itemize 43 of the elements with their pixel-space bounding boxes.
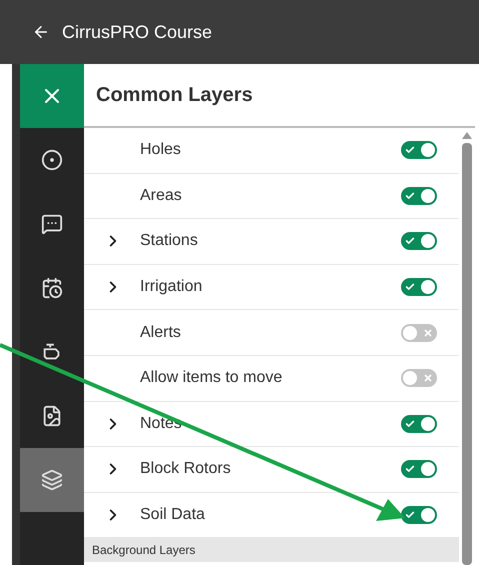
toggle-switch[interactable] <box>401 186 437 205</box>
toggle-switch[interactable] <box>401 460 437 478</box>
layer-label: Irrigation <box>140 277 204 298</box>
check-icon <box>405 190 415 201</box>
back-icon[interactable] <box>32 23 50 41</box>
layer-row[interactable]: Block Rotors <box>84 447 459 493</box>
layer-label: Soil Data <box>140 505 206 526</box>
layers-icon <box>41 469 63 491</box>
app-title: CirrusPRO Course <box>62 21 212 44</box>
layer-row[interactable]: Holes <box>84 128 459 174</box>
layer-row[interactable]: Alerts <box>84 310 459 356</box>
layer-row[interactable]: Stations <box>84 219 459 265</box>
section-header: Background Layers <box>84 538 459 562</box>
chat-icon <box>41 213 63 235</box>
layer-label: Stations <box>140 231 199 252</box>
toggle-switch[interactable] <box>401 232 437 250</box>
calendar-clock-icon <box>41 277 63 299</box>
check-icon <box>405 418 415 429</box>
cross-icon <box>423 373 433 384</box>
check-icon <box>405 510 415 520</box>
check-icon <box>405 145 415 156</box>
layer-label: Allow items to move <box>140 368 284 388</box>
target-icon <box>41 149 63 171</box>
layer-label: Block Rotors <box>140 459 232 480</box>
layer-row[interactable]: Allow items to move <box>84 356 459 402</box>
layer-label: Alerts <box>140 322 182 343</box>
layer-row[interactable]: Areas <box>84 174 459 220</box>
panel-title: Common Layers <box>96 83 253 108</box>
scroll-up-icon[interactable] <box>462 132 472 139</box>
check-icon <box>405 236 415 246</box>
layer-label: Holes <box>140 140 182 160</box>
layer-row[interactable]: Irrigation <box>84 264 459 310</box>
toggle-switch[interactable] <box>401 506 437 524</box>
toggle-switch[interactable] <box>401 324 437 342</box>
toggle-switch[interactable] <box>401 369 437 388</box>
check-icon <box>405 282 415 292</box>
toggle-switch[interactable] <box>401 414 437 433</box>
toggle-switch[interactable] <box>401 278 437 296</box>
scrollbar-thumb[interactable] <box>462 143 472 565</box>
layer-label: Areas <box>140 186 183 206</box>
cross-icon <box>423 328 433 338</box>
check-icon <box>405 464 415 474</box>
toggle-switch[interactable] <box>401 141 437 160</box>
